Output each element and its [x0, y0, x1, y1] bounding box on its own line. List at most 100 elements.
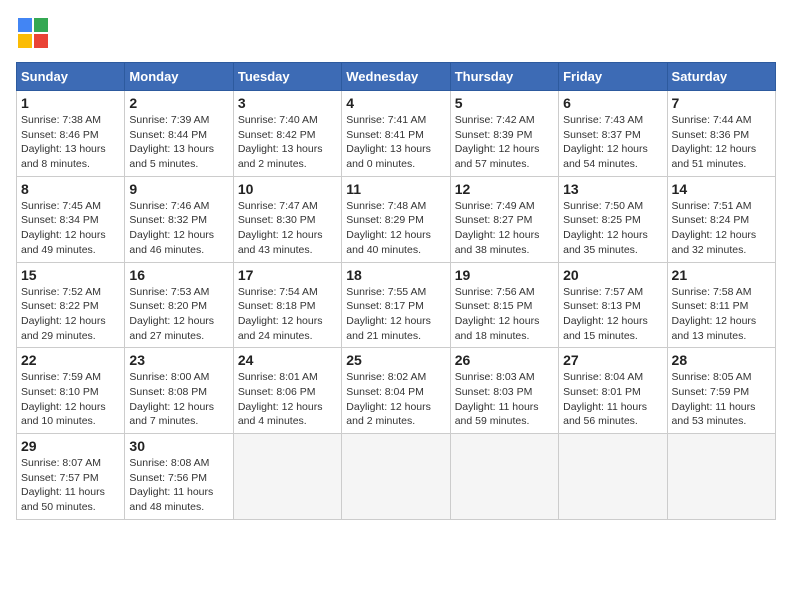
page-header	[16, 16, 776, 52]
day-number: 5	[455, 95, 554, 111]
day-number: 19	[455, 267, 554, 283]
calendar-cell: 5 Sunrise: 7:42 AMSunset: 8:39 PMDaylight…	[450, 91, 558, 177]
day-info: Sunrise: 8:07 AMSunset: 7:57 PMDaylight:…	[21, 456, 120, 515]
weekday-header-friday: Friday	[559, 63, 667, 91]
calendar-cell	[233, 434, 341, 520]
calendar-cell: 12 Sunrise: 7:49 AMSunset: 8:27 PMDayligh…	[450, 176, 558, 262]
calendar-cell: 22 Sunrise: 7:59 AMSunset: 8:10 PMDayligh…	[17, 348, 125, 434]
day-info: Sunrise: 7:46 AMSunset: 8:32 PMDaylight:…	[129, 199, 228, 258]
day-number: 20	[563, 267, 662, 283]
calendar-cell: 28 Sunrise: 8:05 AMSunset: 7:59 PMDayligh…	[667, 348, 775, 434]
calendar-cell: 29 Sunrise: 8:07 AMSunset: 7:57 PMDayligh…	[17, 434, 125, 520]
calendar-cell: 20 Sunrise: 7:57 AMSunset: 8:13 PMDayligh…	[559, 262, 667, 348]
calendar-cell: 23 Sunrise: 8:00 AMSunset: 8:08 PMDayligh…	[125, 348, 233, 434]
weekday-header-tuesday: Tuesday	[233, 63, 341, 91]
calendar-cell: 18Sunrise: 7:55 AMSunset: 8:17 PMDayligh…	[342, 262, 450, 348]
calendar-cell	[667, 434, 775, 520]
day-info: Sunrise: 7:38 AMSunset: 8:46 PMDaylight:…	[21, 113, 120, 172]
day-number: 9	[129, 181, 228, 197]
day-info: Sunrise: 7:41 AMSunset: 8:41 PMDaylight:…	[346, 113, 445, 172]
calendar-cell: 19 Sunrise: 7:56 AMSunset: 8:15 PMDayligh…	[450, 262, 558, 348]
calendar-cell: 8 Sunrise: 7:45 AMSunset: 8:34 PMDaylight…	[17, 176, 125, 262]
day-number: 4	[346, 95, 445, 111]
day-info: Sunrise: 7:43 AMSunset: 8:37 PMDaylight:…	[563, 113, 662, 172]
day-number: 7	[672, 95, 771, 111]
calendar-week-4: 22 Sunrise: 7:59 AMSunset: 8:10 PMDayligh…	[17, 348, 776, 434]
weekday-header-sunday: Sunday	[17, 63, 125, 91]
calendar-cell: 27Sunrise: 8:04 AMSunset: 8:01 PMDayligh…	[559, 348, 667, 434]
calendar-week-5: 29 Sunrise: 8:07 AMSunset: 7:57 PMDayligh…	[17, 434, 776, 520]
calendar-week-1: 1 Sunrise: 7:38 AMSunset: 8:46 PMDaylight…	[17, 91, 776, 177]
day-number: 28	[672, 352, 771, 368]
day-info: Sunrise: 7:53 AMSunset: 8:20 PMDaylight:…	[129, 285, 228, 344]
calendar-cell: 17 Sunrise: 7:54 AMSunset: 8:18 PMDayligh…	[233, 262, 341, 348]
day-info: Sunrise: 7:59 AMSunset: 8:10 PMDaylight:…	[21, 370, 120, 429]
calendar-cell: 10 Sunrise: 7:47 AMSunset: 8:30 PMDayligh…	[233, 176, 341, 262]
calendar-cell: 11 Sunrise: 7:48 AMSunset: 8:29 PMDayligh…	[342, 176, 450, 262]
day-info: Sunrise: 7:54 AMSunset: 8:18 PMDaylight:…	[238, 285, 337, 344]
day-number: 13	[563, 181, 662, 197]
day-number: 12	[455, 181, 554, 197]
day-number: 29	[21, 438, 120, 454]
day-info: Sunrise: 8:00 AMSunset: 8:08 PMDaylight:…	[129, 370, 228, 429]
day-info: Sunrise: 8:04 AMSunset: 8:01 PMDaylight:…	[563, 370, 662, 429]
calendar-week-3: 15Sunrise: 7:52 AMSunset: 8:22 PMDayligh…	[17, 262, 776, 348]
day-info: Sunrise: 7:49 AMSunset: 8:27 PMDaylight:…	[455, 199, 554, 258]
day-info: Sunrise: 7:56 AMSunset: 8:15 PMDaylight:…	[455, 285, 554, 344]
day-info: Sunrise: 8:03 AMSunset: 8:03 PMDaylight:…	[455, 370, 554, 429]
calendar-cell: 7 Sunrise: 7:44 AMSunset: 8:36 PMDaylight…	[667, 91, 775, 177]
day-number: 23	[129, 352, 228, 368]
day-number: 3	[238, 95, 337, 111]
day-info: Sunrise: 7:57 AMSunset: 8:13 PMDaylight:…	[563, 285, 662, 344]
calendar-cell: 4 Sunrise: 7:41 AMSunset: 8:41 PMDaylight…	[342, 91, 450, 177]
calendar-cell: 24 Sunrise: 8:01 AMSunset: 8:06 PMDayligh…	[233, 348, 341, 434]
day-info: Sunrise: 7:44 AMSunset: 8:36 PMDaylight:…	[672, 113, 771, 172]
day-number: 22	[21, 352, 120, 368]
calendar-cell: 3Sunrise: 7:40 AMSunset: 8:42 PMDaylight…	[233, 91, 341, 177]
calendar-cell: 6 Sunrise: 7:43 AMSunset: 8:37 PMDaylight…	[559, 91, 667, 177]
day-info: Sunrise: 7:58 AMSunset: 8:11 PMDaylight:…	[672, 285, 771, 344]
day-info: Sunrise: 7:45 AMSunset: 8:34 PMDaylight:…	[21, 199, 120, 258]
calendar-cell: 2 Sunrise: 7:39 AMSunset: 8:44 PMDaylight…	[125, 91, 233, 177]
day-info: Sunrise: 7:42 AMSunset: 8:39 PMDaylight:…	[455, 113, 554, 172]
calendar-cell	[342, 434, 450, 520]
calendar-week-2: 8 Sunrise: 7:45 AMSunset: 8:34 PMDaylight…	[17, 176, 776, 262]
calendar-cell: 9 Sunrise: 7:46 AMSunset: 8:32 PMDaylight…	[125, 176, 233, 262]
day-number: 16	[129, 267, 228, 283]
day-number: 8	[21, 181, 120, 197]
calendar-header-row: SundayMondayTuesdayWednesdayThursdayFrid…	[17, 63, 776, 91]
day-info: Sunrise: 8:05 AMSunset: 7:59 PMDaylight:…	[672, 370, 771, 429]
day-number: 2	[129, 95, 228, 111]
day-number: 17	[238, 267, 337, 283]
calendar-cell	[450, 434, 558, 520]
day-info: Sunrise: 7:48 AMSunset: 8:29 PMDaylight:…	[346, 199, 445, 258]
calendar-cell: 21 Sunrise: 7:58 AMSunset: 8:11 PMDayligh…	[667, 262, 775, 348]
weekday-header-wednesday: Wednesday	[342, 63, 450, 91]
calendar-cell: 1 Sunrise: 7:38 AMSunset: 8:46 PMDaylight…	[17, 91, 125, 177]
day-number: 26	[455, 352, 554, 368]
day-info: Sunrise: 8:01 AMSunset: 8:06 PMDaylight:…	[238, 370, 337, 429]
day-number: 15	[21, 267, 120, 283]
logo-icon	[16, 16, 52, 52]
day-number: 18	[346, 267, 445, 283]
day-number: 10	[238, 181, 337, 197]
day-number: 24	[238, 352, 337, 368]
day-info: Sunrise: 7:47 AMSunset: 8:30 PMDaylight:…	[238, 199, 337, 258]
day-number: 6	[563, 95, 662, 111]
calendar-cell: 25 Sunrise: 8:02 AMSunset: 8:04 PMDayligh…	[342, 348, 450, 434]
calendar-cell: 26 Sunrise: 8:03 AMSunset: 8:03 PMDayligh…	[450, 348, 558, 434]
day-number: 30	[129, 438, 228, 454]
weekday-header-thursday: Thursday	[450, 63, 558, 91]
calendar-cell: 13 Sunrise: 7:50 AMSunset: 8:25 PMDayligh…	[559, 176, 667, 262]
day-info: Sunrise: 8:02 AMSunset: 8:04 PMDaylight:…	[346, 370, 445, 429]
day-number: 21	[672, 267, 771, 283]
day-number: 25	[346, 352, 445, 368]
day-info: Sunrise: 7:50 AMSunset: 8:25 PMDaylight:…	[563, 199, 662, 258]
day-number: 11	[346, 181, 445, 197]
day-number: 14	[672, 181, 771, 197]
calendar-cell: 16 Sunrise: 7:53 AMSunset: 8:20 PMDayligh…	[125, 262, 233, 348]
weekday-header-monday: Monday	[125, 63, 233, 91]
weekday-header-saturday: Saturday	[667, 63, 775, 91]
day-info: Sunrise: 7:39 AMSunset: 8:44 PMDaylight:…	[129, 113, 228, 172]
day-number: 1	[21, 95, 120, 111]
